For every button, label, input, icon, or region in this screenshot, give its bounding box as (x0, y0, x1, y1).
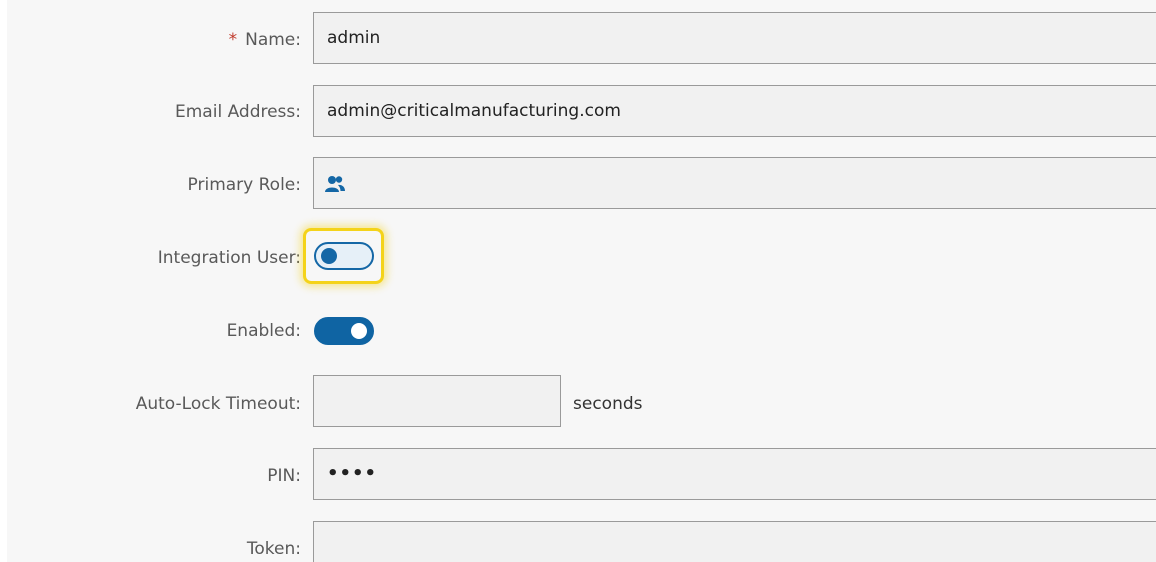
toggle-knob (321, 248, 337, 264)
name-value: admin (327, 28, 381, 48)
name-label-wrap: * Name: (229, 30, 301, 50)
email-input[interactable]: admin@criticalmanufacturing.com (313, 85, 1156, 137)
token-label: Token: (246, 539, 301, 559)
primary-role-input[interactable] (313, 157, 1156, 209)
email-value: admin@criticalmanufacturing.com (327, 101, 621, 121)
name-label: Name: (245, 30, 301, 50)
pin-label: PIN: (267, 466, 301, 486)
pin-value: •••• (327, 463, 378, 484)
integration-user-toggle[interactable] (314, 242, 374, 270)
auto-lock-unit: seconds (573, 394, 643, 414)
users-icon (325, 176, 345, 192)
auto-lock-label: Auto-Lock Timeout: (135, 394, 301, 414)
token-input[interactable] (313, 521, 1156, 562)
pin-input[interactable]: •••• (313, 448, 1156, 500)
primary-role-label: Primary Role: (187, 175, 301, 195)
integration-user-label: Integration User: (157, 248, 301, 268)
enabled-toggle[interactable] (314, 317, 374, 345)
user-form-panel: * Name: admin Email Address: admin@critic… (7, 0, 1156, 562)
name-input[interactable]: admin (313, 12, 1156, 64)
toggle-knob (351, 323, 367, 339)
email-label: Email Address: (175, 102, 301, 122)
required-marker: * (228, 30, 238, 50)
auto-lock-input[interactable] (313, 375, 561, 427)
enabled-label: Enabled: (226, 321, 301, 341)
